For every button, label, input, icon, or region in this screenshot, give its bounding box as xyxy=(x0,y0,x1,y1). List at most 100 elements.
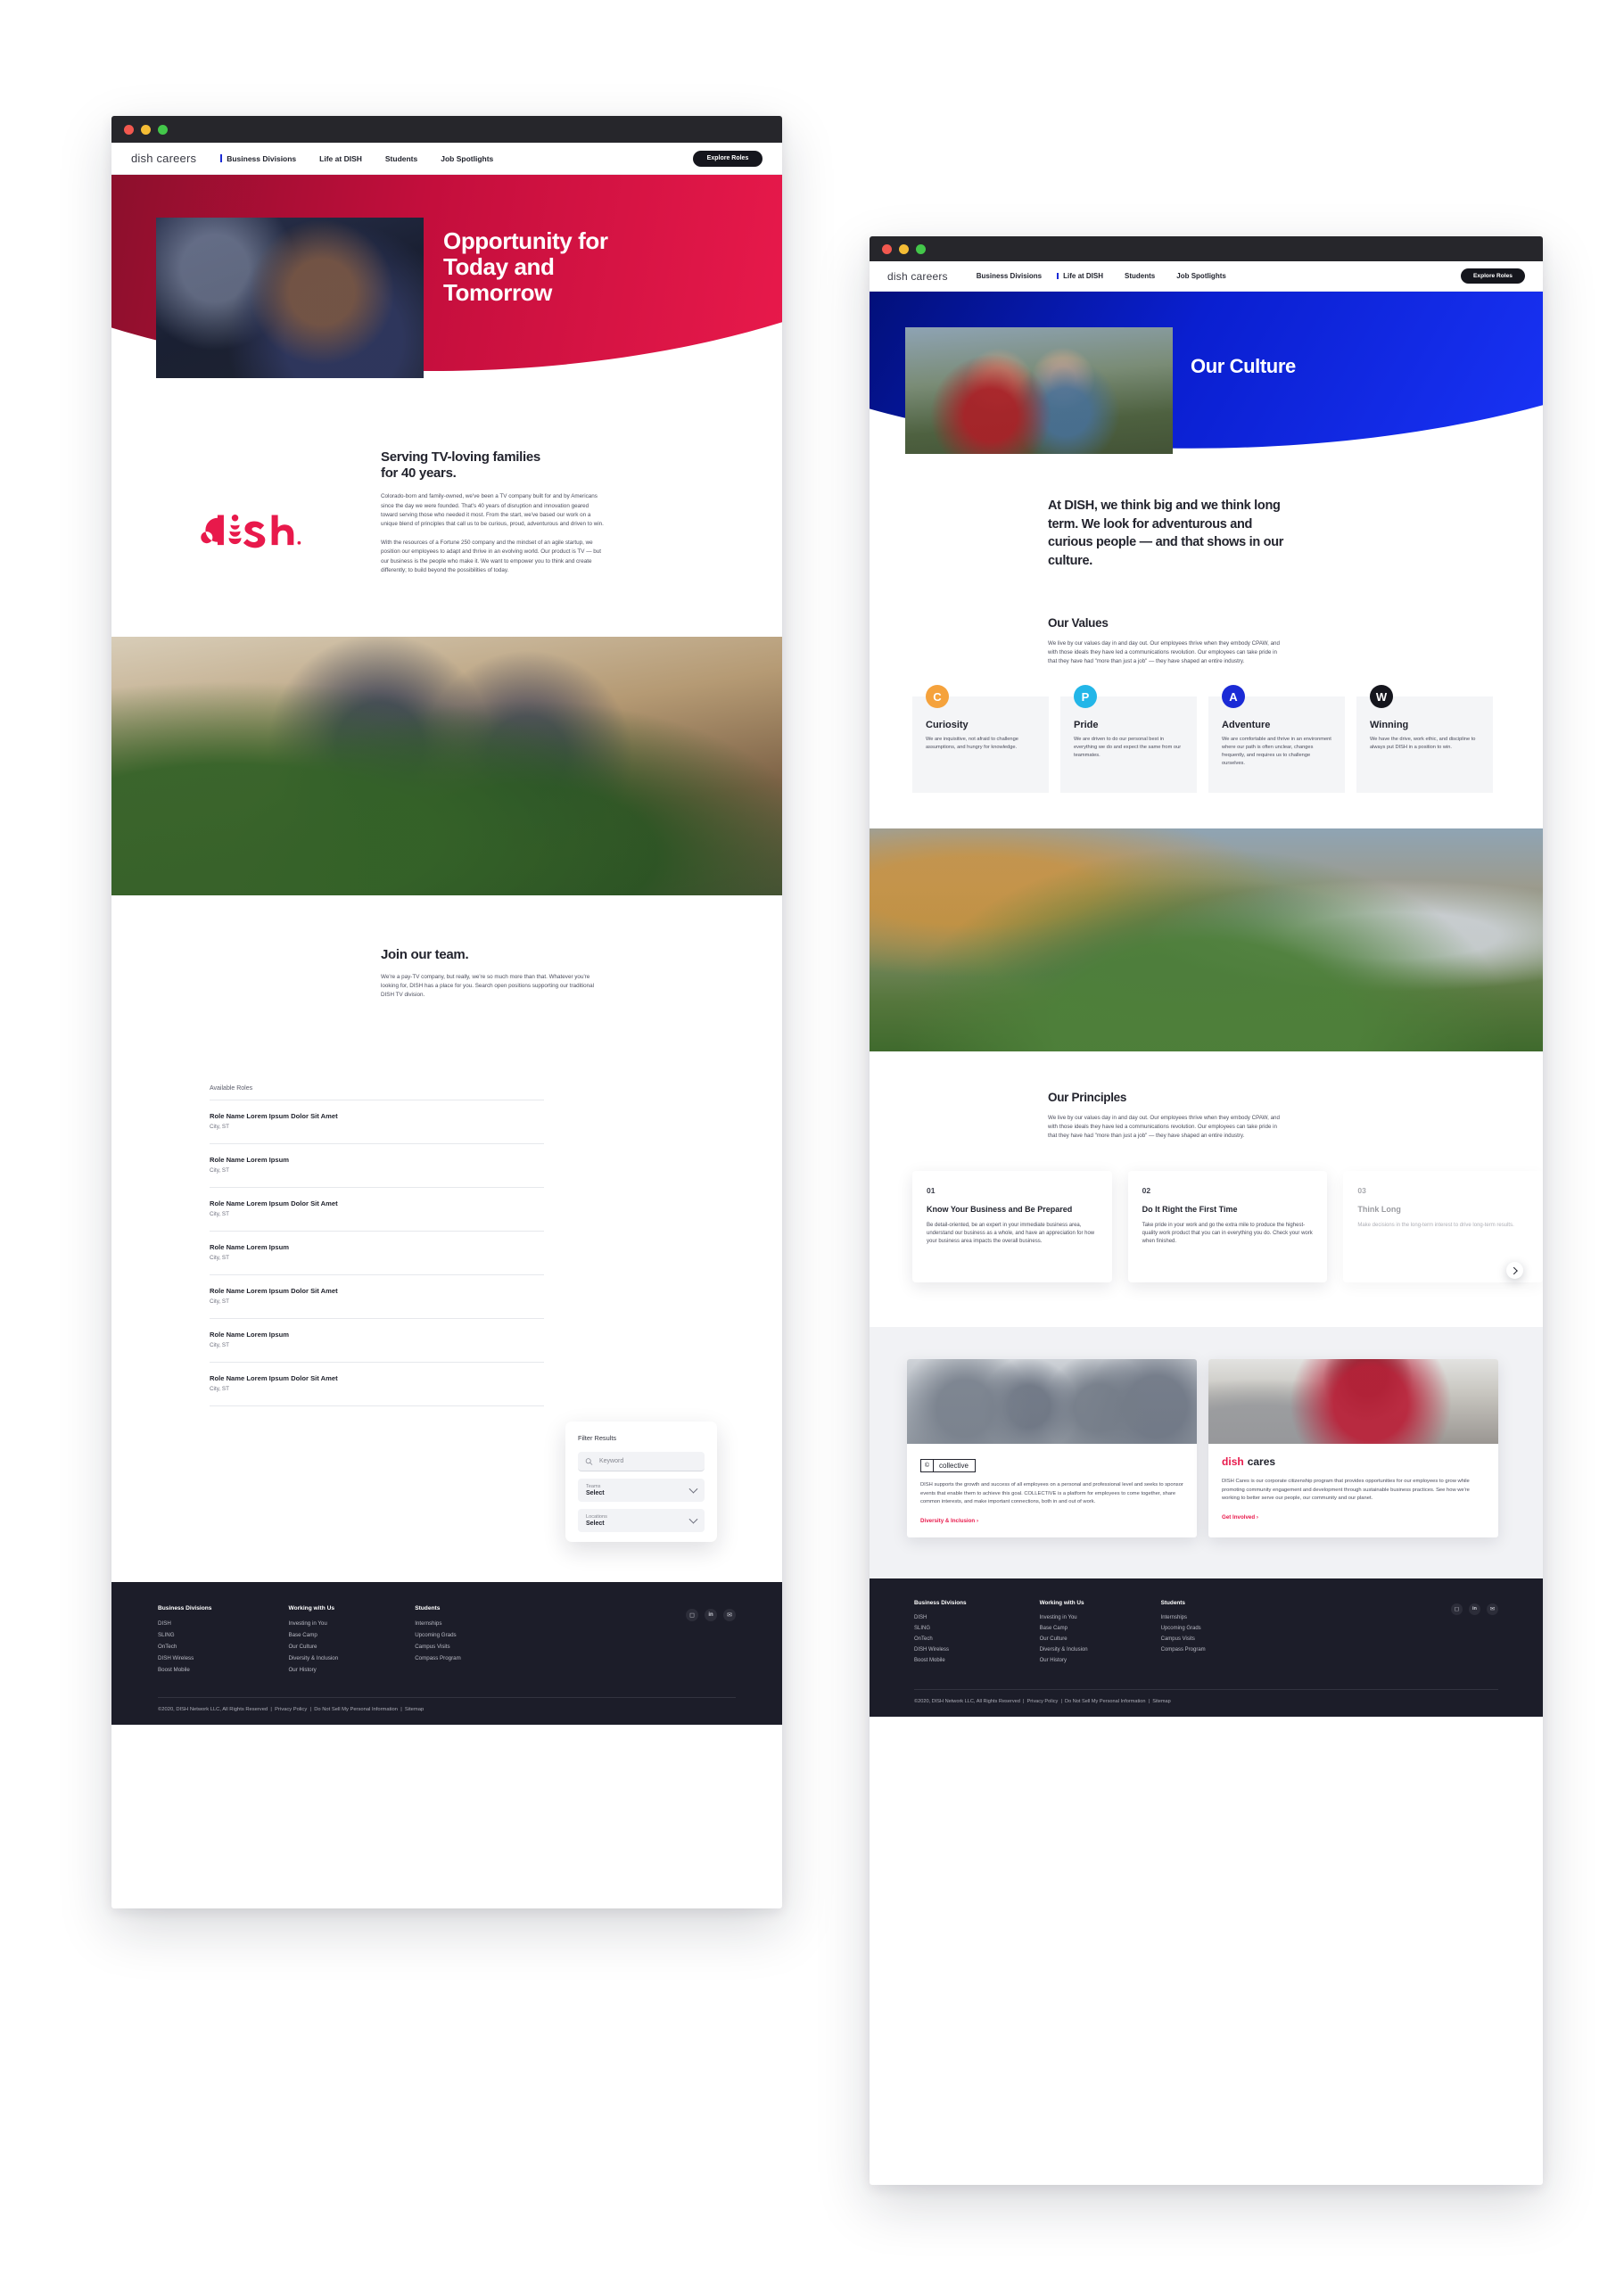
footer-link[interactable]: Investing in You xyxy=(288,1620,338,1627)
principle-card-02[interactable]: 02 Do It Right the First Time Take pride… xyxy=(1127,1171,1328,1283)
nav-link-job-spotlights[interactable]: Job Spotlights xyxy=(1176,272,1226,280)
winning-badge-icon: W xyxy=(1370,685,1393,709)
email-icon[interactable]: ✉ xyxy=(1487,1603,1498,1615)
window-close-button[interactable] xyxy=(882,243,892,254)
window-minimize-button[interactable] xyxy=(141,124,151,135)
principle-title: Think Long xyxy=(1357,1205,1401,1215)
window-minimize-button[interactable] xyxy=(899,243,909,254)
nav-link-life-at-dish[interactable]: Life at DISH xyxy=(319,154,362,163)
footer-link[interactable]: Diversity & Inclusion xyxy=(288,1655,338,1661)
program-cards: © collective DISH supports the growth an… xyxy=(907,1359,1505,1537)
table-row[interactable]: Role Name Lorem Ipsum Dolor Sit Amet Cit… xyxy=(210,1275,544,1320)
footer-link[interactable]: Campus Visits xyxy=(1161,1636,1206,1642)
glassdoor-icon[interactable]: ◻ xyxy=(686,1609,698,1621)
footer-link[interactable]: Our History xyxy=(288,1667,338,1673)
dish-cares-word: cares xyxy=(1247,1455,1276,1469)
site-logo-text: dish careers xyxy=(887,269,948,283)
nav-link-students[interactable]: Students xyxy=(1125,272,1155,280)
hero-banner: Our Culture xyxy=(870,292,1543,454)
role-location: City, ST xyxy=(210,1124,229,1131)
site-logo[interactable]: dish careers xyxy=(887,270,948,283)
explore-roles-button[interactable]: Explore Roles xyxy=(693,150,763,167)
footer-link[interactable]: Internships xyxy=(415,1620,461,1627)
footer-link[interactable]: DISH xyxy=(914,1615,967,1620)
footer-link[interactable]: Campus Visits xyxy=(415,1644,461,1650)
teams-value: Select xyxy=(586,1490,605,1496)
diversity-inclusion-link[interactable]: Diversity & Inclusion › xyxy=(920,1518,1183,1524)
email-icon[interactable]: ✉ xyxy=(723,1609,736,1621)
role-location: City, ST xyxy=(210,1211,229,1218)
browser-window-our-culture: dish careers Business Divisions Life at … xyxy=(870,236,1543,2185)
intro-section: Serving TV-loving families for 40 years.… xyxy=(111,378,782,637)
linkedin-icon[interactable]: in xyxy=(1469,1603,1480,1615)
table-row[interactable]: Role Name Lorem Ipsum Dolor Sit Amet Cit… xyxy=(210,1188,544,1232)
footer-column-heading: Working with Us xyxy=(1039,1599,1084,1606)
role-location: City, ST xyxy=(210,1255,229,1262)
footer-link[interactable]: Base Camp xyxy=(1040,1626,1088,1631)
footer-link[interactable]: Diversity & Inclusion xyxy=(1040,1647,1088,1652)
roles-list: Role Name Lorem Ipsum Dolor Sit Amet Cit… xyxy=(210,1100,544,1407)
nav-link-life-at-dish[interactable]: Life at DISH xyxy=(1057,272,1103,280)
search-icon xyxy=(585,1457,593,1465)
footer-do-not-sell-link[interactable]: Do Not Sell My Personal Information xyxy=(1065,1699,1145,1704)
linkedin-icon[interactable]: in xyxy=(705,1609,717,1621)
footer-privacy-policy-link[interactable]: Privacy Policy xyxy=(275,1707,307,1712)
footer-link[interactable]: SLING xyxy=(914,1626,967,1631)
explore-roles-button[interactable]: Explore Roles xyxy=(1461,268,1525,284)
role-title: Role Name Lorem Ipsum Dolor Sit Amet xyxy=(210,1112,338,1121)
site-footer: Business Divisions DISH SLING OnTech DIS… xyxy=(870,1578,1543,1717)
footer-link[interactable]: SLING xyxy=(158,1632,211,1638)
collective-logo-text: collective xyxy=(939,1462,969,1471)
footer-link[interactable]: Our Culture xyxy=(288,1644,338,1650)
window-maximize-button[interactable] xyxy=(916,243,926,254)
footer-privacy-policy-link[interactable]: Privacy Policy xyxy=(1027,1699,1059,1704)
footer-sitemap-link[interactable]: Sitemap xyxy=(405,1707,424,1712)
locations-select[interactable]: Locations Select xyxy=(578,1509,705,1532)
footer-link[interactable]: Upcoming Grads xyxy=(1161,1626,1206,1631)
join-paragraph: We're a pay-TV company, but really, we'r… xyxy=(381,973,595,999)
window-maximize-button[interactable] xyxy=(158,124,168,135)
principle-card-01[interactable]: 01 Know Your Business and Be Prepared Be… xyxy=(912,1171,1112,1283)
nav-link-business-divisions[interactable]: Business Divisions xyxy=(220,154,296,163)
role-title: Role Name Lorem Ipsum Dolor Sit Amet xyxy=(210,1199,338,1208)
footer-link[interactable]: Our History xyxy=(1040,1658,1088,1663)
footer-link[interactable]: Boost Mobile xyxy=(914,1658,967,1663)
footer-link[interactable]: Investing in You xyxy=(1040,1615,1088,1620)
footer-link[interactable]: DISH xyxy=(158,1620,211,1627)
nav-link-business-divisions[interactable]: Business Divisions xyxy=(977,272,1042,280)
glassdoor-icon[interactable]: ◻ xyxy=(1451,1603,1463,1615)
footer-link[interactable]: DISH Wireless xyxy=(914,1647,967,1652)
footer-column-heading: Working with Us xyxy=(288,1605,334,1611)
window-titlebar xyxy=(111,116,782,143)
table-row[interactable]: Role Name Lorem Ipsum Dolor Sit Amet Cit… xyxy=(210,1363,544,1407)
footer-do-not-sell-link[interactable]: Do Not Sell My Personal Information xyxy=(314,1707,398,1712)
table-row[interactable]: Role Name Lorem Ipsum Dolor Sit Amet Cit… xyxy=(210,1100,544,1145)
footer-link[interactable]: Boost Mobile xyxy=(158,1667,211,1673)
table-row[interactable]: Role Name Lorem Ipsum City, ST xyxy=(210,1144,544,1189)
footer-link[interactable]: Our Culture xyxy=(1040,1636,1088,1642)
hero-title-line-1: Opportunity for xyxy=(443,227,608,254)
footer-sitemap-link[interactable]: Sitemap xyxy=(1152,1699,1171,1704)
join-heading: Join our team. xyxy=(381,947,469,962)
table-row[interactable]: Role Name Lorem Ipsum City, ST xyxy=(210,1319,544,1364)
footer-copyright: ©2020, DISH Network LLC, All Rights Rese… xyxy=(914,1698,1020,1704)
site-logo[interactable]: dish careers xyxy=(131,152,196,165)
keyword-search-field[interactable]: Keyword xyxy=(578,1452,705,1471)
get-involved-link[interactable]: Get Involved › xyxy=(1222,1514,1485,1521)
footer-link[interactable]: OnTech xyxy=(914,1636,967,1642)
footer-link[interactable]: OnTech xyxy=(158,1644,211,1650)
footer-link[interactable]: Base Camp xyxy=(288,1632,338,1638)
window-close-button[interactable] xyxy=(124,124,134,135)
footer-link[interactable]: Compass Program xyxy=(1161,1647,1206,1652)
nav-links: Business Divisions Life at DISH Students… xyxy=(220,154,493,163)
footer-link[interactable]: Internships xyxy=(1161,1615,1206,1620)
role-title: Role Name Lorem Ipsum xyxy=(210,1331,290,1339)
hero-title: Opportunity for Today and Tomorrow xyxy=(443,227,608,306)
nav-link-job-spotlights[interactable]: Job Spotlights xyxy=(441,154,493,163)
teams-select[interactable]: Teams Select xyxy=(578,1479,705,1502)
footer-link[interactable]: Compass Program xyxy=(415,1655,461,1661)
footer-link[interactable]: DISH Wireless xyxy=(158,1655,211,1661)
footer-link[interactable]: Upcoming Grads xyxy=(415,1632,461,1638)
nav-link-students[interactable]: Students xyxy=(385,154,417,163)
table-row[interactable]: Role Name Lorem Ipsum City, ST xyxy=(210,1232,544,1276)
